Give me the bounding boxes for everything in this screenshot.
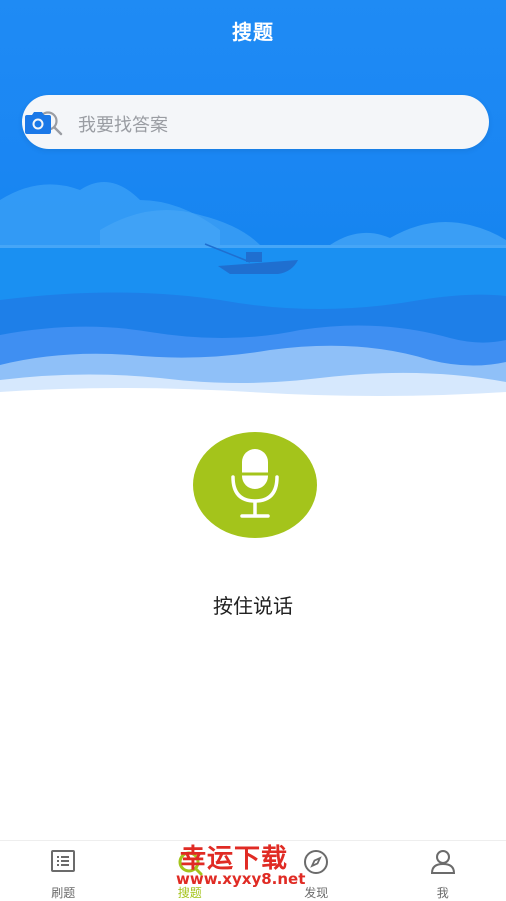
lake-illustration bbox=[0, 0, 506, 400]
hero-banner: 搜题 我要找答案 bbox=[0, 0, 506, 400]
watermark-url: www.xyxy8.net bbox=[176, 870, 305, 888]
compass-icon bbox=[303, 849, 329, 875]
page-title: 搜题 bbox=[0, 16, 506, 45]
tab-me[interactable]: 我 bbox=[380, 841, 506, 901]
voice-record-button[interactable] bbox=[193, 432, 317, 538]
person-icon bbox=[429, 849, 457, 875]
microphone-icon bbox=[227, 447, 283, 523]
tab-label: 刷题 bbox=[0, 884, 127, 901]
tab-label: 我 bbox=[380, 884, 506, 901]
tab-practice[interactable]: 刷题 bbox=[0, 841, 127, 901]
search-bar[interactable]: 我要找答案 bbox=[22, 95, 489, 149]
camera-icon[interactable] bbox=[22, 110, 54, 136]
list-icon bbox=[50, 849, 76, 873]
search-input[interactable]: 我要找答案 bbox=[78, 111, 168, 137]
voice-hint-label: 按住说话 bbox=[0, 590, 506, 619]
